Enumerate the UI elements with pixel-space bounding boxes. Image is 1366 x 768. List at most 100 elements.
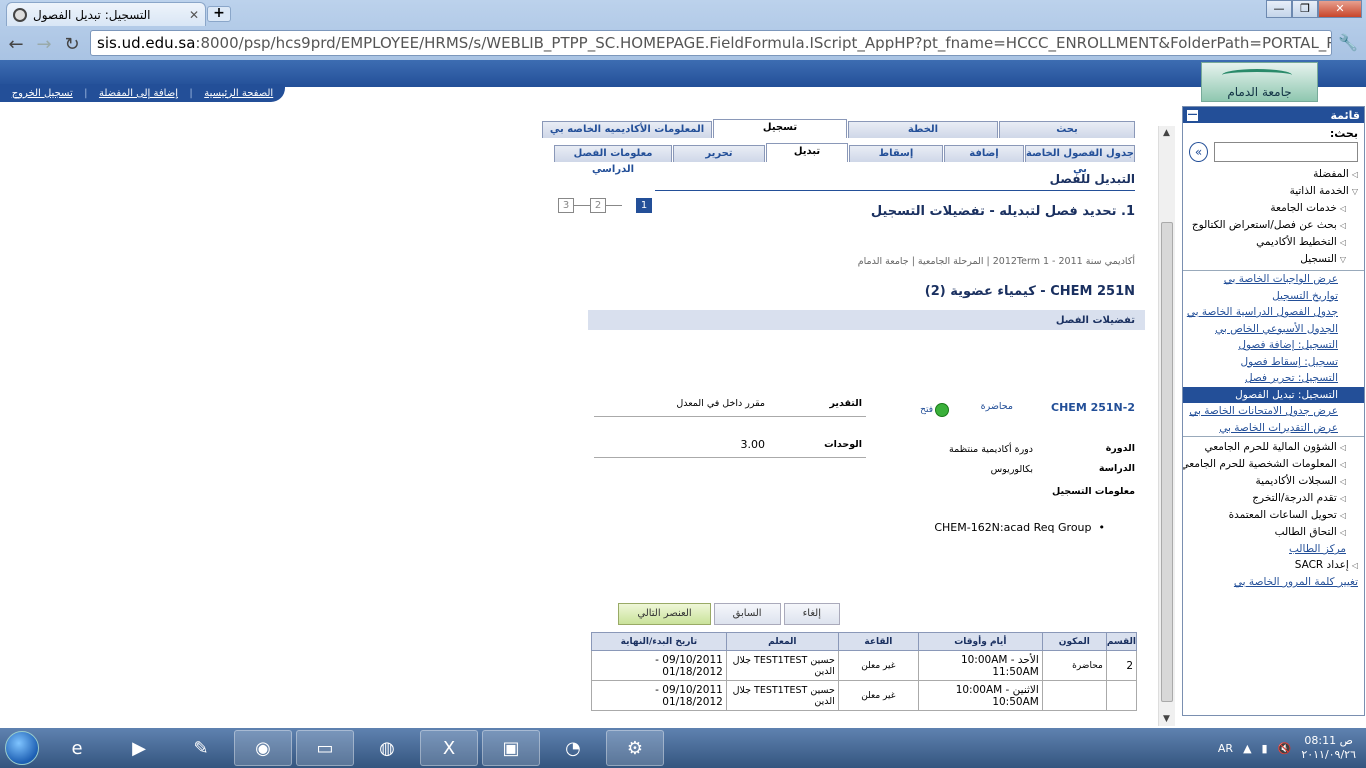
session-label: الدورة	[1105, 443, 1135, 454]
tabs-row-primary: بحث الخطة تسجيل المعلومات الأكاديميه الخ…	[541, 119, 1135, 138]
sidebar-title: قائمة	[1330, 108, 1360, 122]
sidebar-item-self-service[interactable]: ▽الخدمة الذاتية	[1183, 183, 1364, 200]
media-player-icon[interactable]: ▶	[110, 730, 168, 766]
tab-add[interactable]: إضافة	[944, 145, 1024, 162]
home-link[interactable]: الصفحة الرئيسية	[204, 88, 273, 99]
cell-days: الاثنين - 10:00AM 10:50AM	[917, 680, 1043, 711]
wrench-icon[interactable]: 🔧	[1338, 33, 1358, 52]
close-tab-icon[interactable]: ✕	[189, 8, 199, 22]
sidebar-item-transfer-credit[interactable]: ◁تحويل الساعات المعتمدة	[1183, 507, 1364, 524]
tool-icon[interactable]: ⚙	[606, 730, 664, 766]
portal-banner: تسجيل الخروج | إضافة إلى المفضلة | الصفح…	[0, 60, 1366, 102]
browser-chrome: التسجيل: تبديل الفصول ✕ + — ❐ ✕ ← → ↻ si…	[0, 0, 1366, 60]
tab-swap[interactable]: تبديل	[766, 143, 848, 162]
scroll-down-icon[interactable]: ▼	[1163, 714, 1170, 724]
app-icon[interactable]: ✎	[172, 730, 230, 766]
tab-enroll[interactable]: تسجيل	[713, 119, 847, 138]
sidebar-link-student-center[interactable]: مركز الطالب	[1183, 541, 1364, 557]
start-button[interactable]	[0, 728, 44, 768]
sidebar-item-student-admission[interactable]: ◁التحاق الطالب	[1183, 524, 1364, 541]
maximize-button[interactable]: ❐	[1292, 0, 1318, 18]
clock[interactable]: 08:11 ص ٢٠١١/٠٩/٢٦	[1301, 734, 1356, 762]
tab-drop[interactable]: إسقاط	[849, 145, 943, 162]
system-tray: AR ▲ ▮ 🔇 08:11 ص ٢٠١١/٠٩/٢٦	[1218, 728, 1366, 768]
section-number: CHEM 251N-2	[1051, 401, 1135, 414]
minimize-button[interactable]: —	[1266, 0, 1292, 18]
search-go-icon[interactable]: »	[1189, 142, 1208, 162]
step-1: 1	[636, 198, 652, 213]
chrome-icon[interactable]: ◉	[234, 730, 292, 766]
window-controls: — ❐ ✕	[1266, 0, 1362, 18]
tray-arrow-icon[interactable]: ▲	[1243, 742, 1251, 755]
preferences-bar: تفضيلات الفصل	[588, 310, 1145, 330]
sidebar-subitem-selected[interactable]: التسجيل: تبديل الفصول	[1183, 386, 1364, 403]
excel-icon[interactable]: X	[420, 730, 478, 766]
sidebar-item-favorites[interactable]: ◁المفضلة	[1183, 166, 1364, 183]
next-button[interactable]: العنصر التالي	[618, 603, 711, 625]
scroll-up-icon[interactable]: ▲	[1163, 128, 1170, 138]
close-window-button[interactable]: ✕	[1318, 0, 1362, 18]
cancel-button[interactable]: إلغاء	[783, 603, 840, 625]
sidebar-item-finance[interactable]: ◁الشؤون المالية للحرم الجامعي	[1183, 439, 1364, 456]
forward-arrow-icon[interactable]: →	[34, 34, 54, 55]
tab-term-info[interactable]: معلومات الفصل الدراسي	[554, 145, 672, 175]
cell-dates: 09/10/2011 - 01/18/2012	[591, 680, 727, 711]
tab-search[interactable]: بحث	[999, 121, 1135, 138]
previous-button[interactable]: السابق	[713, 603, 781, 625]
firefox-icon[interactable]: ◍	[358, 730, 416, 766]
search-app-icon[interactable]: ◔	[544, 730, 602, 766]
ie-icon[interactable]: e	[48, 730, 106, 766]
cell-dates: 09/10/2011 - 01/18/2012	[591, 650, 727, 681]
grading-label: التقدير	[829, 398, 862, 409]
sidebar-item-academic-planning[interactable]: ◁التخطيط الأكاديمي	[1183, 234, 1364, 251]
tab-edit[interactable]: تحرير	[673, 145, 765, 162]
windows-taskbar: e ▶ ✎ ◉ ▭ ◍ X ▣ ◔ ⚙ AR ▲ ▮ 🔇 08:11 ص ٢٠١…	[0, 728, 1366, 768]
sidebar-item-academic-records[interactable]: ◁السجلات الأكاديمية	[1183, 473, 1364, 490]
status-label: فتح	[920, 405, 933, 415]
reload-icon[interactable]: ↻	[62, 34, 82, 55]
cell-component: محاضرة	[1041, 650, 1107, 681]
sidebar-subitem[interactable]: عرض التقديرات الخاصة بي	[1183, 420, 1364, 437]
career-value: بكالوريوس	[990, 464, 1033, 475]
folder-icon[interactable]: ▭	[296, 730, 354, 766]
sidebar-menu: قائمة — بحث: » ◁المفضلة ▽الخدمة الذاتية …	[1182, 106, 1365, 716]
volume-icon[interactable]: 🔇	[1278, 742, 1292, 755]
col-section: القسم	[1105, 632, 1138, 651]
sidebar-subitem[interactable]: عرض جدول الامتحانات الخاصة بي	[1183, 403, 1364, 420]
sidebar-item-enrollment[interactable]: ▽التسجيل	[1183, 251, 1364, 268]
sidebar-subitem[interactable]: الجدول الأسبوعي الخاص بي	[1183, 321, 1364, 338]
url-host: sis.ud.edu.sa	[97, 34, 196, 52]
sidebar-item-personal-info[interactable]: ◁المعلومات الشخصية للحرم الجامعي	[1183, 456, 1364, 473]
browser-tab[interactable]: التسجيل: تبديل الفصول ✕	[6, 2, 206, 26]
collapse-icon[interactable]: —	[1187, 109, 1198, 121]
col-days-times: أيام وأوقات	[917, 632, 1043, 651]
page-scrollbar[interactable]: ▲ ▼	[1158, 126, 1175, 726]
tab-my-academics[interactable]: المعلومات الأكاديميه الخاصه بي	[542, 121, 712, 138]
scroll-thumb[interactable]	[1161, 222, 1173, 702]
sidebar-item-degree-progress[interactable]: ◁تقدم الدرجة/التخرج	[1183, 490, 1364, 507]
sidebar-link-change-password[interactable]: تغيير كلمة المرور الخاصة بي	[1183, 574, 1364, 590]
address-bar[interactable]: sis.ud.edu.sa:8000/psp/hcs9prd/EMPLOYEE/…	[90, 30, 1332, 56]
add-favorites-link[interactable]: إضافة إلى المفضلة	[99, 88, 178, 99]
session-value: دورة أكاديمية منتظمة	[948, 444, 1033, 455]
col-dates: تاريخ البدء/النهاية	[591, 632, 727, 651]
sidebar-subitem[interactable]: عرض الواجبات الخاصة بي	[1183, 271, 1364, 288]
back-arrow-icon[interactable]: ←	[6, 34, 26, 55]
sidebar-subitem[interactable]: التسجيل: إضافة فصول	[1183, 337, 1364, 354]
cell-room: غير معلن	[837, 680, 919, 711]
network-icon[interactable]: ▮	[1262, 742, 1268, 755]
sidebar-subitem[interactable]: جدول الفصول الدراسية الخاصة بي	[1183, 304, 1364, 321]
tab-my-schedule[interactable]: جدول الفصول الخاصة بي	[1025, 145, 1135, 175]
logout-link[interactable]: تسجيل الخروج	[12, 88, 73, 99]
sidebar-subitem[interactable]: تسجيل: إسقاط فصول	[1183, 354, 1364, 371]
language-indicator[interactable]: AR	[1218, 742, 1233, 755]
sidebar-item-class-search[interactable]: ◁بحث عن فصل/استعراض الكتالوج	[1183, 217, 1364, 234]
sidebar-item-campus-services[interactable]: ◁خدمات الجامعة	[1183, 200, 1364, 217]
picture-viewer-icon[interactable]: ▣	[482, 730, 540, 766]
sidebar-subitem[interactable]: التسجيل: تحرير فصل	[1183, 370, 1364, 387]
sidebar-subitem[interactable]: تواريخ التسجيل	[1183, 288, 1364, 305]
new-tab-button[interactable]: +	[207, 6, 231, 22]
tab-plan[interactable]: الخطة	[848, 121, 998, 138]
sidebar-item-setup[interactable]: ◁إعداد SACR	[1183, 557, 1364, 574]
menu-search-input[interactable]	[1214, 142, 1358, 162]
